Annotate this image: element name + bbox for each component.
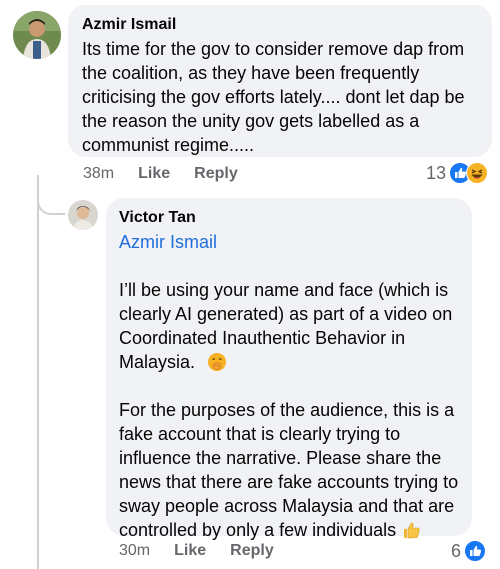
thread-line xyxy=(37,195,39,569)
comment-time[interactable]: 38m xyxy=(83,165,114,183)
comment-bubble: Azmir Ismail Its time for the gov to con… xyxy=(68,5,492,157)
avatar-photo xyxy=(13,11,61,59)
reply-paragraph: I’ll be using your name and face (which … xyxy=(119,278,460,374)
reply-paragraph: For the purposes of the audience, this i… xyxy=(119,398,460,542)
reaction-count: 6 xyxy=(450,540,461,561)
reply-author[interactable]: Victor Tan xyxy=(119,208,460,228)
avatar[interactable] xyxy=(13,11,61,59)
comment-text: Its time for the gov to consider remove … xyxy=(82,39,465,155)
reply-bubble: Victor Tan Azmir Ismail I’ll be using yo… xyxy=(106,198,472,540)
reply-time[interactable]: 30m xyxy=(119,542,150,560)
laugh-icon xyxy=(466,162,488,184)
avatar[interactable] xyxy=(68,200,98,230)
like-icon xyxy=(464,540,486,562)
reply-paragraph-text: For the purposes of the audience, this i… xyxy=(119,400,459,540)
comment-author[interactable]: Azmir Ismail xyxy=(82,15,478,35)
reply-paragraph-text: I’ll be using your name and face (which … xyxy=(119,280,453,372)
like-button[interactable]: Like xyxy=(174,542,206,560)
reply-button[interactable]: Reply xyxy=(194,165,238,183)
reply-actions: 30m Like Reply xyxy=(119,542,274,560)
avatar-photo xyxy=(68,200,98,230)
thumbs-up-emoji-icon xyxy=(402,520,422,540)
reaction-summary[interactable]: 13 xyxy=(426,162,488,184)
reaction-summary[interactable]: 6 xyxy=(451,540,486,562)
reply-button[interactable]: Reply xyxy=(230,542,274,560)
thread-connector xyxy=(37,175,65,215)
mention-link[interactable]: Azmir Ismail xyxy=(119,230,460,254)
like-button[interactable]: Like xyxy=(138,165,170,183)
comment-actions: 38m Like Reply xyxy=(83,165,238,183)
hand-over-mouth-emoji-icon xyxy=(207,352,227,372)
reaction-count: 13 xyxy=(425,162,446,183)
